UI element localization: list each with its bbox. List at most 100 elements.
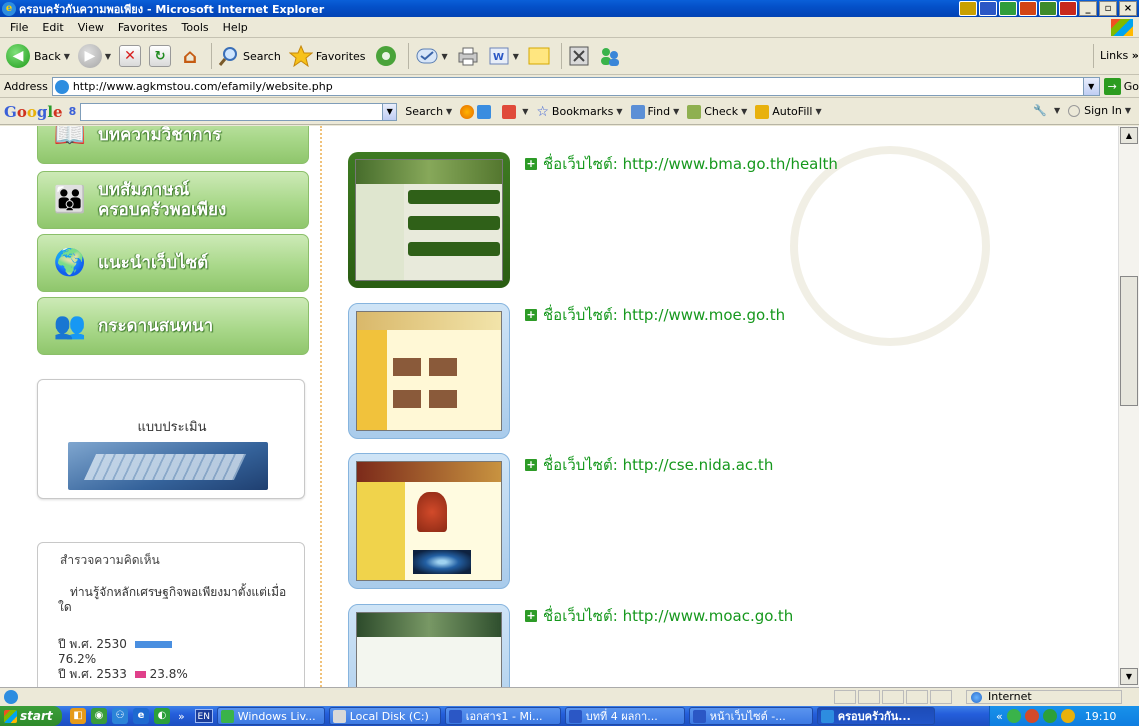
- scroll-thumb[interactable]: [1120, 276, 1138, 406]
- google-search-value[interactable]: 8: [69, 105, 77, 118]
- back-dropdown-icon[interactable]: ▼: [64, 52, 70, 61]
- scroll-up-button[interactable]: ▲: [1120, 127, 1138, 144]
- menu-favorites[interactable]: Favorites: [118, 21, 168, 34]
- print-button[interactable]: [456, 45, 480, 67]
- security-tray-icon[interactable]: [1042, 709, 1057, 723]
- start-button[interactable]: start: [0, 706, 62, 726]
- menu-view[interactable]: View: [78, 21, 104, 34]
- nav-articles[interactable]: 📖 บทความวิชาการ: [37, 126, 309, 164]
- go-button[interactable]: → Go: [1103, 78, 1139, 95]
- update-tray-icon[interactable]: [1060, 709, 1075, 723]
- vertical-scrollbar[interactable]: ▲ ▼: [1118, 126, 1139, 687]
- website-link-url[interactable]: http://cse.nida.ac.th: [623, 456, 774, 474]
- task-ie-active[interactable]: ครอบครัวกัน...: [816, 707, 935, 725]
- clock[interactable]: 19:10: [1085, 710, 1117, 723]
- security-zone[interactable]: Internet: [966, 690, 1122, 704]
- tray-app-icon[interactable]: [959, 1, 977, 16]
- menu-help[interactable]: Help: [223, 21, 248, 34]
- research-button[interactable]: [568, 45, 590, 67]
- website-thumbnail[interactable]: [348, 152, 510, 288]
- address-field[interactable]: http://www.agkmstou.com/efamily/website.…: [51, 77, 1100, 96]
- search-dropdown-icon[interactable]: ▼: [446, 107, 452, 116]
- excel-icon[interactable]: [999, 1, 1017, 16]
- forward-dropdown-icon[interactable]: ▼: [105, 52, 111, 61]
- google-search-field[interactable]: ▼: [80, 102, 398, 121]
- note-button[interactable]: [527, 45, 551, 67]
- wrench-icon[interactable]: 🔧: [1033, 104, 1047, 117]
- history-button[interactable]: ▼: [415, 45, 448, 67]
- nav-websites[interactable]: 🌍 แนะนำเว็บไซต์: [37, 234, 309, 292]
- language-indicator[interactable]: EN: [194, 709, 213, 723]
- website-thumbnail[interactable]: [348, 303, 510, 439]
- nav-webboard[interactable]: 👥 กระดานสนทนา: [37, 297, 309, 355]
- search-button[interactable]: Search: [218, 45, 281, 67]
- sign-in-dropdown-icon[interactable]: ▼: [1125, 106, 1131, 115]
- google-search-button[interactable]: Search ▼: [405, 105, 452, 118]
- spellcheck-button[interactable]: Check ▼: [687, 104, 747, 119]
- acrobat-icon[interactable]: [1059, 1, 1077, 16]
- messenger-button[interactable]: [598, 45, 622, 67]
- refresh-button[interactable]: ↻: [149, 45, 172, 67]
- scroll-down-button[interactable]: ▼: [1120, 668, 1138, 685]
- assessment-box[interactable]: แบบประเมิน: [37, 379, 305, 499]
- task-local-disk[interactable]: Local Disk (C:): [328, 707, 441, 725]
- ie-window-icon[interactable]: e: [2, 1, 16, 16]
- website-link[interactable]: + ชื่อเว็บไซต์: http://www.bma.go.th/hea…: [525, 152, 838, 176]
- menu-edit[interactable]: Edit: [42, 21, 63, 34]
- links-button[interactable]: Links »: [1093, 44, 1139, 68]
- maximize-button[interactable]: ▫: [1099, 1, 1117, 16]
- google-popup-button[interactable]: ▼: [502, 104, 528, 119]
- quick-launch-more-icon[interactable]: »: [178, 710, 185, 723]
- website-thumbnail[interactable]: [348, 604, 510, 687]
- autofill-dropdown-icon[interactable]: ▼: [816, 107, 822, 116]
- bookmarks-button[interactable]: ☆ Bookmarks ▼: [536, 104, 622, 120]
- forward-button[interactable]: ▶ ▼: [77, 44, 111, 68]
- task-website-page[interactable]: หน้าเว็บไซต์ -...: [688, 707, 813, 725]
- website-link-url[interactable]: http://www.moe.go.th: [623, 306, 786, 324]
- autofill-button[interactable]: AutoFill ▼: [755, 104, 822, 119]
- sign-in-button[interactable]: 🔧 ▼ Sign In ▼: [1033, 104, 1131, 117]
- website-link[interactable]: + ชื่อเว็บไซต์: http://www.moe.go.th: [525, 303, 785, 327]
- minimize-button[interactable]: _: [1079, 1, 1097, 16]
- settings-dropdown-icon[interactable]: ▼: [1054, 106, 1060, 115]
- history-dropdown-icon[interactable]: ▼: [442, 52, 448, 61]
- address-url[interactable]: http://www.agkmstou.com/efamily/website.…: [73, 80, 1083, 93]
- stop-button[interactable]: ✕: [119, 45, 142, 67]
- media-player-icon[interactable]: ◉: [91, 708, 107, 724]
- network-tray-icon[interactable]: [1024, 709, 1039, 723]
- word-icon[interactable]: [979, 1, 997, 16]
- outlook-icon[interactable]: [1039, 1, 1057, 16]
- ie-quick-icon[interactable]: e: [133, 708, 149, 724]
- address-dropdown-icon[interactable]: ▼: [1082, 78, 1099, 95]
- tray-expand-icon[interactable]: «: [996, 710, 1003, 723]
- google-search-dropdown-icon[interactable]: ▼: [382, 103, 397, 120]
- task-document1[interactable]: เอกสาร1 - Mi...: [444, 707, 561, 725]
- website-link[interactable]: + ชื่อเว็บไซต์: http://www.moac.go.th: [525, 604, 793, 628]
- task-windows-live[interactable]: Windows Liv...: [216, 707, 325, 725]
- website-link-url[interactable]: http://www.bma.go.th/health: [623, 155, 838, 173]
- back-button[interactable]: ◀ Back ▼: [6, 44, 70, 68]
- website-link[interactable]: + ชื่อเว็บไซต์: http://cse.nida.ac.th: [525, 453, 773, 477]
- bookmarks-dropdown-icon[interactable]: ▼: [616, 107, 622, 116]
- home-button[interactable]: ⌂: [179, 44, 201, 68]
- google-pagerank-button[interactable]: [460, 104, 494, 119]
- task-chapter4[interactable]: บทที่ 4 ผลกา...: [564, 707, 685, 725]
- find-dropdown-icon[interactable]: ▼: [673, 107, 679, 116]
- browser-quick-icon[interactable]: ◐: [154, 708, 170, 724]
- popup-dropdown-icon[interactable]: ▼: [522, 107, 528, 116]
- powerpoint-icon[interactable]: [1019, 1, 1037, 16]
- check-dropdown-icon[interactable]: ▼: [741, 107, 747, 116]
- favorites-button[interactable]: Favorites: [288, 45, 366, 67]
- menu-file[interactable]: File: [10, 21, 28, 34]
- google-logo[interactable]: Google: [4, 103, 63, 121]
- media-button[interactable]: [374, 44, 398, 68]
- website-thumbnail[interactable]: [348, 453, 510, 589]
- messenger-quick-icon[interactable]: ⚇: [112, 708, 128, 724]
- nav-interviews[interactable]: 👪 บทสัมภาษณ์ ครอบครัวพอเพียง: [37, 171, 309, 229]
- website-link-url[interactable]: http://www.moac.go.th: [623, 607, 794, 625]
- find-button[interactable]: Find ▼: [630, 104, 679, 119]
- messenger-tray-icon[interactable]: [1006, 709, 1021, 723]
- edit-word-button[interactable]: W ▼: [488, 46, 519, 66]
- desktop-icon[interactable]: ◧: [70, 708, 86, 724]
- edit-dropdown-icon[interactable]: ▼: [513, 52, 519, 61]
